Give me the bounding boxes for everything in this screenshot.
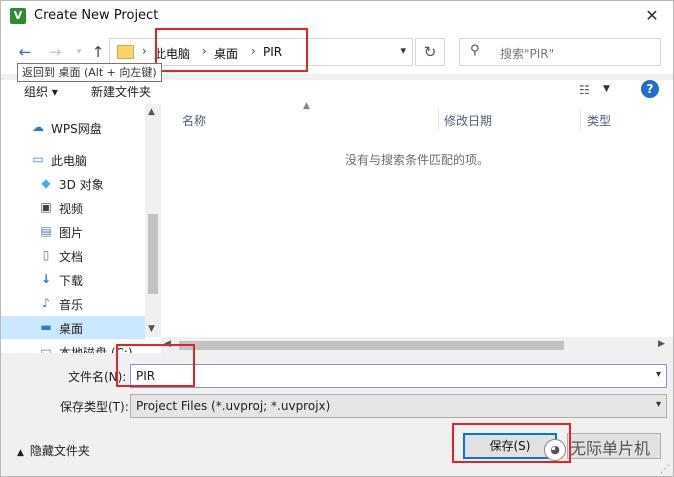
sidebar-item-music[interactable]: ♪ 音乐: [1, 292, 145, 315]
sidebar-item-label: 音乐: [59, 298, 84, 312]
up-arrow-icon: ↑: [91, 43, 105, 61]
close-icon: ✕: [645, 6, 659, 25]
navigation-pane: ☁ WPS网盘 ▭ 此电脑 ◆ 3D 对象 ▣ 视频 ▤ 图片 ▯ 文档 ↓ 下…: [1, 104, 161, 353]
sidebar-item-downloads[interactable]: ↓ 下载: [1, 268, 145, 291]
window-title: Create New Project: [34, 8, 159, 23]
sort-up-icon: ▲: [303, 101, 310, 111]
column-header-date[interactable]: 修改日期: [444, 112, 492, 129]
filetype-select[interactable]: Project Files (*.uvproj; *.uvprojx) ▾: [130, 394, 667, 418]
computer-icon: ▭: [32, 152, 44, 166]
sidebar-item-label: WPS网盘: [51, 122, 102, 136]
chevron-down-icon[interactable]: ▾: [656, 399, 661, 410]
highlight-save-button: [452, 423, 571, 463]
filetype-value: Project Files (*.uvproj; *.uvprojx): [136, 399, 331, 413]
help-icon[interactable]: ?: [641, 80, 659, 98]
back-arrow-icon: ←: [18, 43, 32, 61]
column-divider: [580, 108, 581, 130]
chevron-up-icon: ▲: [17, 448, 24, 458]
save-dialog: V Create New Project ✕ ← → ▾ ↑ › 此电脑 › 桌…: [0, 0, 674, 477]
download-icon: ↓: [40, 272, 52, 286]
save-form: 文件名(N): PIR ▾ 保存类型(T): Project Files (*.…: [1, 353, 673, 476]
chevron-down-icon[interactable]: ▼: [603, 84, 610, 94]
sidebar-item-label: 视频: [59, 202, 84, 216]
back-tooltip: 返回到 桌面 (Alt + 向左键): [17, 63, 162, 82]
forward-button[interactable]: →: [46, 43, 64, 61]
filename-input[interactable]: PIR ▾: [130, 364, 667, 388]
refresh-button[interactable]: ↻: [415, 38, 445, 66]
title-bar: V Create New Project ✕: [1, 1, 673, 32]
sidebar-item-label: 此电脑: [51, 154, 88, 168]
column-header-name[interactable]: 名称: [182, 112, 206, 129]
chevron-right-icon: ›: [142, 44, 147, 58]
up-button[interactable]: ↑: [89, 43, 107, 61]
drive-icon: ▭: [40, 344, 52, 353]
cube-icon: ◆: [41, 176, 51, 190]
sidebar-item-this-pc[interactable]: ▭ 此电脑: [1, 148, 145, 171]
cloud-icon: ☁: [32, 120, 44, 134]
chevron-down-icon[interactable]: ▾: [656, 369, 661, 380]
sidebar-item-pictures[interactable]: ▤ 图片: [1, 220, 145, 243]
sidebar-item-videos[interactable]: ▣ 视频: [1, 196, 145, 219]
view-options-icon[interactable]: ☷: [579, 83, 590, 97]
scroll-right-icon[interactable]: ▶: [658, 339, 665, 349]
filetype-label: 保存类型(T):: [60, 400, 129, 414]
sidebar-item-desktop[interactable]: ▬ 桌面: [1, 316, 145, 339]
chevron-down-icon: ▾: [76, 47, 82, 57]
scroll-thumb[interactable]: [179, 341, 564, 350]
column-divider: [438, 108, 439, 130]
empty-message: 没有与搜索条件匹配的项。: [344, 153, 489, 167]
sidebar-item-label: 图片: [59, 226, 84, 240]
highlight-filename: [116, 344, 195, 387]
music-icon: ♪: [42, 296, 50, 310]
keil-app-icon: V: [10, 8, 26, 24]
back-button[interactable]: ←: [16, 43, 34, 61]
file-list-scrollbar[interactable]: ◀ ▶: [161, 337, 673, 353]
sidebar-item-3d-objects[interactable]: ◆ 3D 对象: [1, 172, 145, 195]
organize-menu[interactable]: 组织 ▾: [24, 83, 58, 100]
command-toolbar: 组织 ▾ 新建文件夹 ☷ ▼ ?: [1, 80, 673, 104]
film-icon: ▣: [40, 200, 52, 214]
sidebar-item-documents[interactable]: ▯ 文档: [1, 244, 145, 267]
search-input[interactable]: 搜索"PIR": [500, 45, 554, 62]
file-list: ▲ 名称 修改日期 类型 没有与搜索条件匹配的项。 ◀ ▶: [161, 101, 673, 353]
content-area: ☁ WPS网盘 ▭ 此电脑 ◆ 3D 对象 ▣ 视频 ▤ 图片 ▯ 文档 ↓ 下…: [1, 101, 673, 353]
picture-icon: ▤: [40, 224, 52, 238]
close-button[interactable]: ✕: [637, 3, 667, 29]
search-box[interactable]: ⚲ 搜索"PIR": [459, 38, 661, 66]
sidebar-item-label: 下载: [59, 274, 84, 288]
search-icon: ⚲: [470, 43, 480, 58]
resize-grip-icon[interactable]: ⋰: [660, 464, 670, 475]
sidebar-item-label: 桌面: [59, 322, 84, 336]
desktop-icon: ▬: [40, 320, 52, 334]
refresh-icon: ↻: [423, 43, 437, 61]
scroll-down-icon[interactable]: ▼: [148, 324, 155, 334]
column-header-type[interactable]: 类型: [587, 112, 611, 129]
scroll-thumb[interactable]: [148, 214, 158, 294]
hide-folders-toggle[interactable]: ▲ 隐藏文件夹: [17, 442, 90, 459]
scroll-up-icon[interactable]: ▲: [148, 107, 155, 117]
sidebar-item-wps-cloud[interactable]: ☁ WPS网盘: [1, 116, 145, 139]
forward-arrow-icon: →: [48, 43, 62, 61]
sidebar-item-label: 文档: [59, 250, 84, 264]
highlight-breadcrumb: [155, 28, 308, 72]
address-dropdown-icon[interactable]: ▾: [400, 44, 406, 57]
document-icon: ▯: [42, 248, 50, 262]
new-folder-button[interactable]: 新建文件夹: [91, 83, 151, 100]
folder-icon: [117, 45, 134, 59]
recent-locations-button[interactable]: ▾: [70, 43, 88, 61]
sidebar-item-label: 3D 对象: [59, 178, 104, 192]
sidebar-scrollbar[interactable]: ▲ ▼: [145, 104, 161, 337]
